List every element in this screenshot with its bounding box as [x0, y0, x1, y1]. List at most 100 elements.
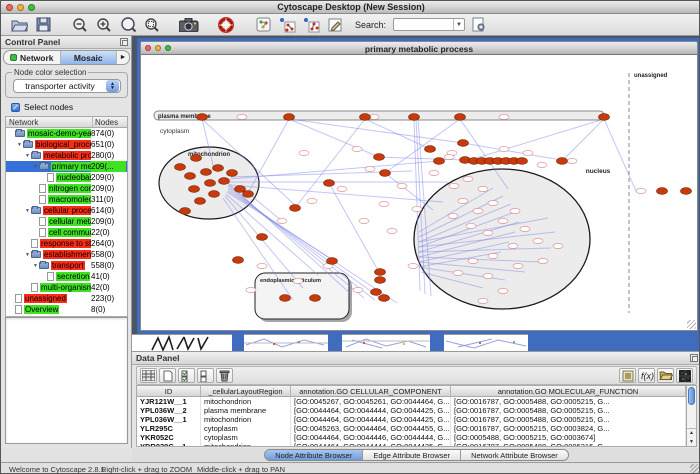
tree-row[interactable]: ▼primary metabol209(... [6, 161, 127, 172]
network-node[interactable] [257, 234, 268, 241]
app-resize-grip[interactable] [690, 464, 700, 474]
network-node[interactable] [219, 178, 230, 185]
tree-row[interactable]: unassigned223(0) [6, 293, 127, 304]
background-window-fragment[interactable] [244, 334, 328, 351]
select-nodes-checkbox[interactable]: ✓ [11, 103, 20, 112]
table-row[interactable]: YDR039C__1mitochondrion[GO:0044464, GO:0… [137, 442, 686, 447]
tree-row[interactable]: ▼cellular process614(0) [6, 205, 127, 216]
table-row[interactable]: YPL036W__1mitochondrion[GO:0044464, GO:0… [137, 415, 686, 424]
import-attribute-list-icon[interactable] [619, 368, 636, 383]
tab-mosaic[interactable]: Mosaic [61, 51, 118, 64]
network-node-label[interactable] [466, 223, 476, 228]
annotation-icon[interactable] [325, 16, 345, 34]
tree-row[interactable]: macromolecule311(0) [6, 194, 127, 205]
network-node[interactable] [191, 155, 202, 162]
column-header[interactable]: annotation.GO MOLECULAR_FUNCTION [451, 386, 686, 396]
tree-row[interactable]: nucleobase-209(0) [6, 172, 127, 183]
network-node-label[interactable] [359, 218, 369, 223]
network-node[interactable] [233, 257, 244, 264]
zoom-out-icon[interactable] [70, 16, 90, 34]
network-node[interactable] [227, 170, 238, 177]
network-node-label[interactable] [463, 176, 473, 181]
table-row[interactable]: YPL036W__2plasma membrane[GO:0044464, GO… [137, 406, 686, 415]
tree-col-nodes[interactable]: Nodes [93, 117, 127, 127]
background-window-fragment[interactable] [132, 334, 232, 351]
network-window-titlebar[interactable]: primary metabolic process [140, 41, 698, 55]
network-node[interactable] [458, 140, 469, 147]
network-node[interactable] [310, 295, 321, 302]
scrollbar-arrows[interactable]: ▲▼ [687, 428, 696, 446]
network-node-label[interactable] [510, 208, 520, 213]
network-node-label[interactable] [458, 198, 468, 203]
tab-node-attribute-browser[interactable]: Node Attribute Browser [265, 450, 363, 460]
table-row[interactable]: YJR121W__1mitochondrion[GO:0045267, GO:0… [137, 397, 686, 406]
tree-row[interactable]: ▼biological_process651(0) [6, 139, 127, 150]
network-node-label[interactable] [533, 238, 543, 243]
tab-edge-attribute-browser[interactable]: Edge Attribute Browser [363, 450, 461, 460]
network-node-label[interactable] [365, 166, 375, 171]
network-node[interactable] [375, 269, 386, 276]
disclosure-triangle[interactable]: ▼ [16, 142, 23, 148]
float-panel-icon[interactable] [120, 38, 128, 46]
network-node-label[interactable] [499, 146, 509, 151]
network-node[interactable] [657, 188, 668, 195]
tree-row[interactable]: cell communicat22(0) [6, 227, 127, 238]
network-node[interactable] [197, 114, 208, 121]
network-node-label[interactable] [553, 243, 563, 248]
float-panel-icon[interactable] [690, 354, 698, 362]
network-node[interactable] [557, 158, 568, 165]
network-node-label[interactable] [567, 158, 577, 163]
import-attribute-file-icon[interactable] [657, 368, 674, 383]
column-header[interactable]: ID [137, 386, 201, 396]
network-node[interactable] [290, 205, 301, 212]
network-node[interactable] [189, 186, 200, 193]
network-node-label[interactable] [237, 114, 247, 119]
tree-row[interactable]: ▼transport558(0) [6, 260, 127, 271]
network-overview-panel[interactable] [5, 317, 128, 444]
network-edge[interactable] [227, 192, 333, 260]
network-node-label[interactable] [293, 278, 303, 283]
network-node-label[interactable] [498, 218, 508, 223]
network-node[interactable] [280, 295, 291, 302]
network-node-label[interactable] [498, 288, 508, 293]
network-node-label[interactable] [513, 263, 523, 268]
disclosure-triangle[interactable]: ▼ [24, 208, 31, 214]
network-node[interactable] [235, 186, 246, 193]
network-node-label[interactable] [483, 230, 493, 235]
network-node[interactable] [185, 173, 196, 180]
background-window-fragment[interactable] [444, 334, 528, 351]
network-node-label[interactable] [379, 201, 389, 206]
network-node[interactable] [409, 114, 420, 121]
disclosure-triangle[interactable]: ▼ [32, 263, 39, 269]
network-node-label[interactable] [488, 200, 498, 205]
network-node-label[interactable] [352, 146, 362, 151]
network-node[interactable] [371, 289, 382, 296]
search-input[interactable]: ▼ [393, 18, 465, 31]
network-node-label[interactable] [508, 243, 518, 248]
search-options-icon[interactable] [469, 16, 489, 34]
layout-nodes-1-icon[interactable] [277, 16, 297, 34]
layout-nodes-2-icon[interactable] [301, 16, 321, 34]
network-node[interactable] [681, 188, 692, 195]
select-attributes-icon[interactable] [140, 368, 157, 383]
network-node-label[interactable] [307, 198, 317, 203]
network-node[interactable] [324, 180, 335, 187]
network-node-label[interactable] [537, 162, 547, 167]
snapshot-icon[interactable] [179, 16, 199, 34]
network-node[interactable] [209, 191, 220, 198]
network-node[interactable] [175, 164, 186, 171]
network-node-label[interactable] [246, 287, 256, 292]
network-node-label[interactable] [408, 263, 418, 268]
network-node-label[interactable] [397, 183, 407, 188]
network-node-label[interactable] [277, 218, 287, 223]
zoom-selected-icon[interactable] [142, 16, 162, 34]
network-node-label[interactable] [387, 228, 397, 233]
network-node-label[interactable] [636, 188, 646, 193]
network-node-label[interactable] [468, 258, 478, 263]
network-node[interactable] [380, 170, 391, 177]
tree-row[interactable]: response to stimulu264(0) [6, 238, 127, 249]
network-node-label[interactable] [499, 114, 509, 119]
network-node-label[interactable] [429, 170, 439, 175]
new-attribute-icon[interactable] [159, 368, 176, 383]
network-node[interactable] [374, 154, 385, 161]
